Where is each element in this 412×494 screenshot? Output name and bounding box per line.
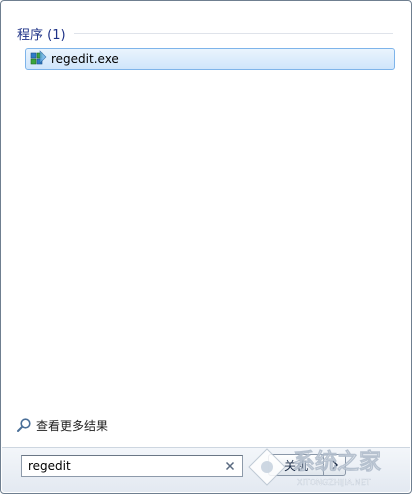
close-icon[interactable] — [222, 458, 238, 474]
chevron-right-icon — [332, 460, 338, 470]
start-menu-footer: 关机 — [2, 447, 410, 492]
start-menu-panel: 程序 (1) regedit.exe 查看更多结果 关机 — [0, 0, 412, 494]
search-icon — [17, 418, 31, 432]
section-title: 程序 (1) — [17, 27, 66, 43]
result-item-regedit[interactable]: regedit.exe — [25, 48, 395, 70]
registry-editor-icon — [30, 50, 47, 65]
results-section-header: 程序 (1) — [17, 23, 393, 43]
see-more-results-link[interactable]: 查看更多结果 — [16, 416, 108, 434]
search-input[interactable] — [22, 457, 222, 475]
search-box[interactable] — [21, 455, 243, 477]
shutdown-group: 关机 — [268, 454, 346, 476]
see-more-results-label: 查看更多结果 — [36, 418, 109, 433]
result-item-label: regedit.exe — [51, 52, 119, 66]
shutdown-button[interactable]: 关机 — [268, 454, 324, 476]
shutdown-options-button[interactable] — [324, 454, 346, 476]
section-divider — [73, 32, 393, 34]
